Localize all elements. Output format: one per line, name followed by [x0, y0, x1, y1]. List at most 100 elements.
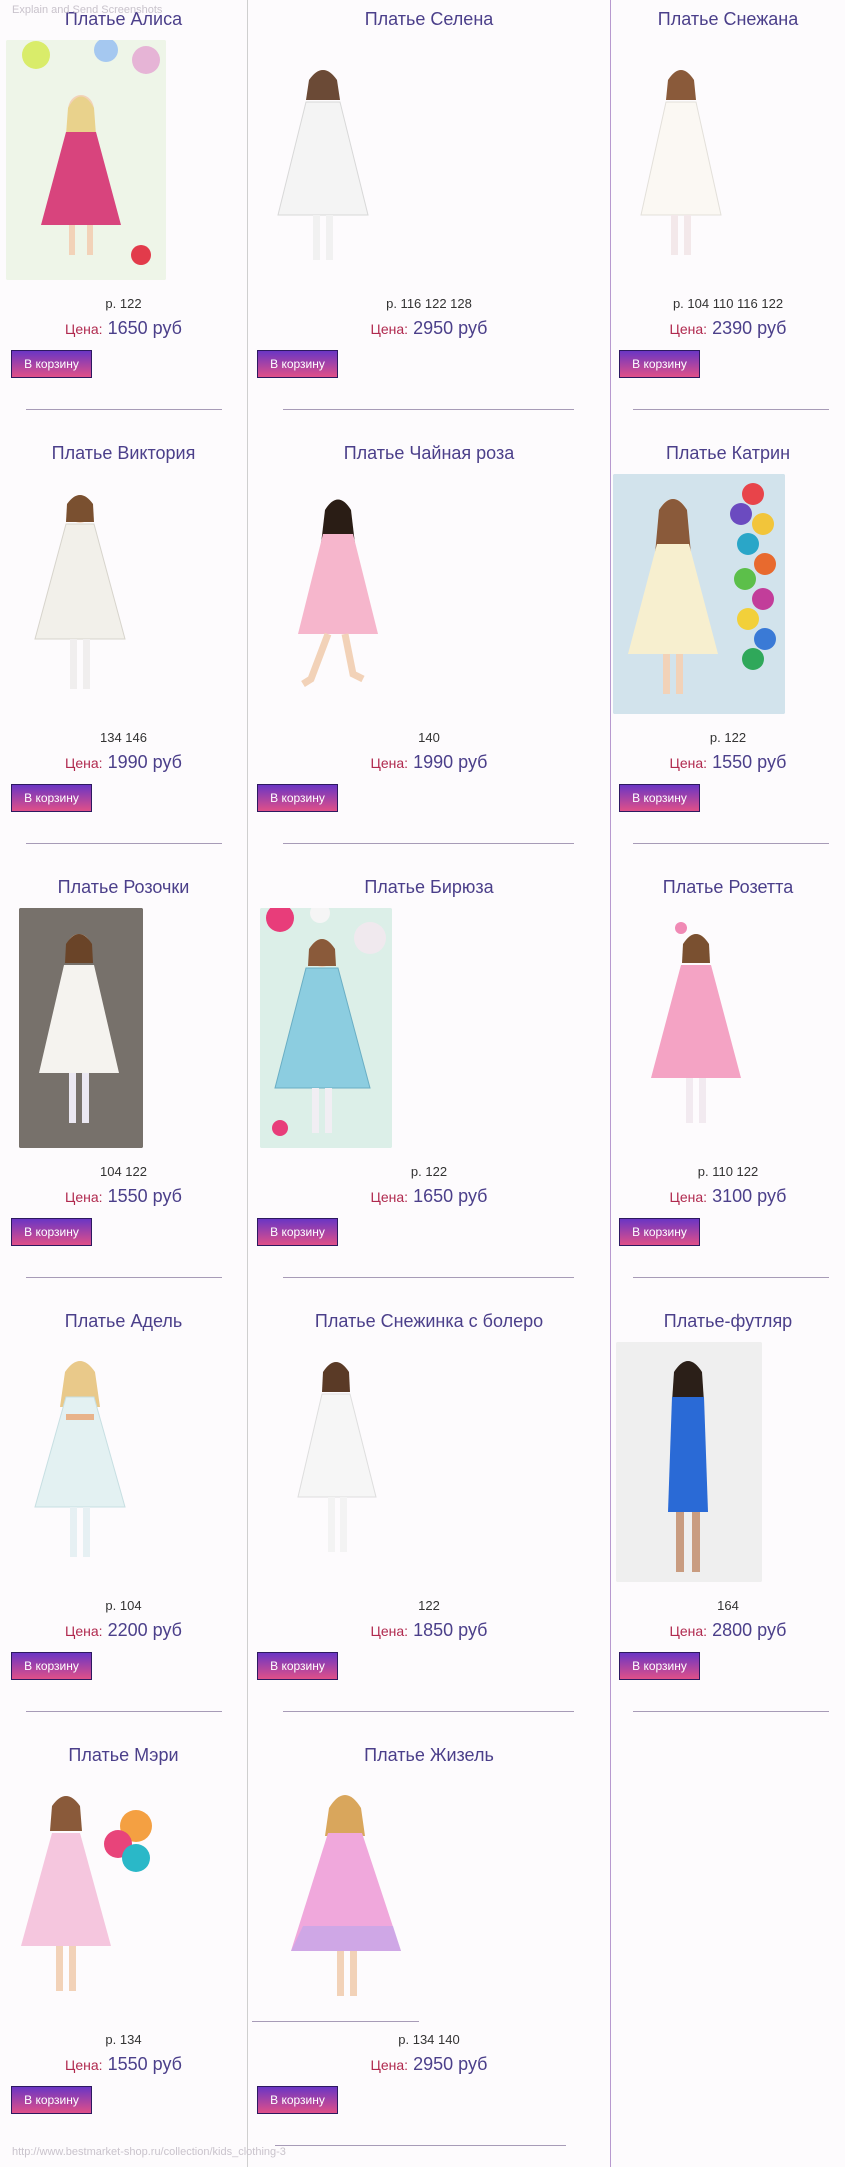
product-sizes: 104 122	[100, 1164, 147, 1179]
price-label: Цена:	[65, 1189, 103, 1205]
product-photo[interactable]	[613, 474, 785, 714]
product-photo[interactable]	[20, 1342, 140, 1582]
price-value: 1990 руб	[413, 752, 488, 772]
product-photo[interactable]	[268, 40, 378, 280]
product-title[interactable]: Платье Снежана	[611, 9, 845, 30]
product-price: Цена: 1550 руб	[0, 2054, 247, 2075]
product-separator	[633, 843, 829, 844]
product-sizes: р. 122	[105, 296, 142, 311]
product-price: Цена: 2950 руб	[248, 318, 610, 339]
product-sizes: 140	[418, 730, 440, 745]
product-price: Цена: 1550 руб	[0, 1186, 247, 1207]
product-sizes: р. 122	[709, 730, 747, 745]
product-title[interactable]: Платье-футляр	[611, 1311, 845, 1332]
price-value: 1850 руб	[413, 1620, 488, 1640]
price-value: 2950 руб	[413, 318, 488, 338]
product-photo[interactable]	[20, 474, 140, 714]
add-to-cart-button[interactable]: В корзину	[257, 350, 338, 378]
product-title[interactable]: Платье Виктория	[0, 443, 247, 464]
product-photo[interactable]	[641, 908, 751, 1148]
price-value: 1550 руб	[107, 1186, 182, 1206]
product-price: Цена: 2950 руб	[248, 2054, 610, 2075]
image-underline	[252, 2021, 419, 2022]
add-to-cart-button[interactable]: В корзину	[619, 784, 700, 812]
product-card: Платье Катрин р. 122 Цена: 1550 руб В ко…	[611, 434, 845, 864]
product-card: Платье Снежана р. 104 110 116 122 Цена: …	[611, 0, 845, 430]
product-card: Платье Виктория 134 146 Цена: 1990 руб В…	[0, 434, 247, 864]
product-sizes: 122	[418, 1598, 440, 1613]
product-price: Цена: 1990 руб	[248, 752, 610, 773]
add-to-cart-button[interactable]: В корзину	[11, 784, 92, 812]
product-photo[interactable]	[283, 1776, 413, 2016]
product-card: Платье Алиса р. 122 Цена: 1650 руб В кор…	[0, 0, 247, 430]
product-price: Цена: 1550 руб	[611, 752, 845, 773]
product-sizes: р. 116 122 128	[386, 296, 472, 311]
product-grid: Платье Алиса р. 122 Цена: 1650 руб В кор…	[0, 0, 845, 2167]
product-photo[interactable]	[19, 908, 143, 1148]
product-photo[interactable]	[6, 40, 166, 280]
product-separator	[283, 843, 574, 844]
product-price: Цена: 1650 руб	[248, 1186, 610, 1207]
price-value: 1550 руб	[712, 752, 787, 772]
product-title[interactable]: Платье Розетта	[611, 877, 845, 898]
product-photo[interactable]	[6, 1776, 156, 2016]
product-sizes: р. 134 140	[398, 2032, 460, 2047]
product-separator	[633, 409, 829, 410]
add-to-cart-button[interactable]: В корзину	[11, 350, 92, 378]
price-label: Цена:	[370, 755, 409, 771]
product-sizes: р. 104	[105, 1598, 142, 1613]
product-title[interactable]: Платье Жизель	[248, 1745, 610, 1766]
price-value: 2950 руб	[413, 2054, 488, 2074]
product-photo[interactable]	[260, 908, 392, 1148]
price-label: Цена:	[65, 755, 103, 771]
product-card: Платье Розочки 104 122 Цена: 1550 руб В …	[0, 868, 247, 1298]
product-photo[interactable]	[288, 1342, 388, 1582]
product-photo[interactable]	[621, 40, 741, 280]
add-to-cart-button[interactable]: В корзину	[619, 350, 700, 378]
product-card: Платье Мэри р. 134 Цена: 1550 руб В корз…	[0, 1736, 247, 2166]
product-separator	[26, 843, 222, 844]
product-sizes: р. 110 122	[697, 1164, 759, 1179]
add-to-cart-button[interactable]: В корзину	[619, 1652, 700, 1680]
add-to-cart-button[interactable]: В корзину	[11, 1218, 92, 1246]
add-to-cart-button[interactable]: В корзину	[257, 1652, 338, 1680]
price-value: 2390 руб	[712, 318, 787, 338]
product-title[interactable]: Платье Бирюза	[248, 877, 610, 898]
product-separator	[26, 409, 222, 410]
price-value: 1650 руб	[107, 318, 182, 338]
price-value: 2800 руб	[712, 1620, 787, 1640]
add-to-cart-button[interactable]: В корзину	[11, 1652, 92, 1680]
price-label: Цена:	[669, 1623, 708, 1639]
add-to-cart-button[interactable]: В корзину	[257, 784, 338, 812]
product-title[interactable]: Платье Селена	[248, 9, 610, 30]
product-separator	[633, 1277, 829, 1278]
product-title[interactable]: Платье Чайная роза	[248, 443, 610, 464]
price-label: Цена:	[370, 321, 409, 337]
product-price: Цена: 1650 руб	[0, 318, 247, 339]
price-label: Цена:	[65, 2057, 103, 2073]
product-title[interactable]: Платье Розочки	[0, 877, 247, 898]
add-to-cart-button[interactable]: В корзину	[11, 2086, 92, 2114]
add-to-cart-button[interactable]: В корзину	[257, 1218, 338, 1246]
product-photo[interactable]	[283, 474, 393, 714]
product-photo[interactable]	[616, 1342, 762, 1582]
product-price: Цена: 2200 руб	[0, 1620, 247, 1641]
product-price: Цена: 2800 руб	[611, 1620, 845, 1641]
add-to-cart-button[interactable]: В корзину	[619, 1218, 700, 1246]
product-card: Платье-футляр 164 Цена: 2800 руб В корзи…	[611, 1302, 845, 1732]
add-to-cart-button[interactable]: В корзину	[257, 2086, 338, 2114]
product-separator	[283, 1711, 574, 1712]
product-title[interactable]: Платье Мэри	[0, 1745, 247, 1766]
price-label: Цена:	[370, 1623, 409, 1639]
product-separator	[275, 2145, 566, 2146]
product-card: Платье Селена р. 116 122 128 Цена: 2950 …	[248, 0, 610, 430]
product-separator	[633, 1711, 829, 1712]
product-title[interactable]: Платье Адель	[0, 1311, 247, 1332]
price-value: 1990 руб	[107, 752, 182, 772]
product-price: Цена: 1990 руб	[0, 752, 247, 773]
product-title[interactable]: Платье Катрин	[611, 443, 845, 464]
product-separator	[283, 409, 574, 410]
price-value: 1650 руб	[413, 1186, 488, 1206]
product-title[interactable]: Платье Снежинка с болеро	[248, 1311, 610, 1332]
product-separator	[26, 1711, 222, 1712]
